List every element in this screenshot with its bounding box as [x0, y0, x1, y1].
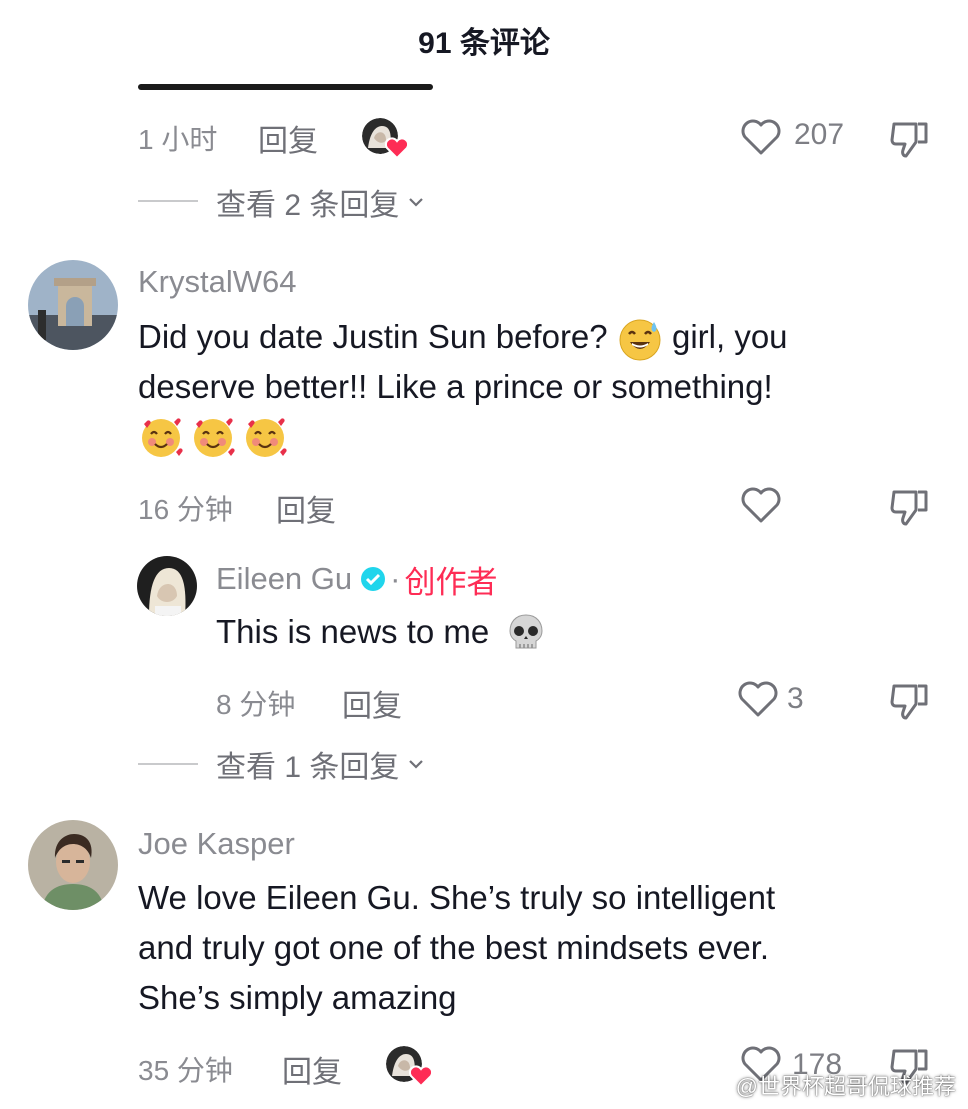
- comment-text-part: girl, you: [671, 318, 788, 355]
- username[interactable]: KrystalW64: [138, 264, 296, 300]
- reply-header: Eileen Gu · 创作者: [216, 560, 497, 600]
- smiling-face-with-hearts-icon: [194, 418, 235, 457]
- avatar[interactable]: [137, 556, 197, 616]
- like-count: 207: [794, 118, 845, 151]
- watermark: @世界杯超哥侃球推荐: [735, 1074, 956, 1099]
- skull-emoji-icon: [509, 614, 543, 649]
- reply-button[interactable]: 回复: [342, 681, 402, 725]
- smiling-face-with-hearts-icon: [142, 418, 183, 457]
- reply-button[interactable]: 回复: [282, 1047, 342, 1091]
- view-replies-label: 查看 2 条回复: [216, 189, 400, 222]
- chevron-down-icon: [409, 198, 424, 207]
- view-replies-label: 查看 1 条回复: [216, 751, 400, 784]
- view-replies-button[interactable]: 查看 1 条回复: [216, 744, 427, 784]
- view-replies-button[interactable]: 查看 2 条回复: [216, 182, 427, 222]
- comment-time: 35 分钟: [138, 1055, 233, 1086]
- grinning-sweat-emoji-icon: [619, 319, 661, 361]
- heart-outline-icon[interactable]: [736, 678, 780, 720]
- comment-text-line: We love Eileen Gu. She’s truly so intell…: [138, 879, 776, 916]
- avatar[interactable]: [28, 820, 118, 910]
- comment-text-line: deserve better!! Like a prince or someth…: [138, 368, 773, 405]
- previous-comment-edge: [138, 84, 433, 90]
- creator-badge: 创作者: [404, 564, 498, 600]
- comment-text-part: Did you date Justin Sun before?: [138, 318, 608, 355]
- comment-time: 1 小时: [138, 124, 218, 155]
- comment-time: 16 分钟: [138, 494, 233, 525]
- avatar[interactable]: [28, 260, 118, 350]
- like-count: 3: [787, 682, 804, 715]
- comment-time: 8 分钟: [216, 689, 296, 720]
- thumbs-down-icon[interactable]: [888, 118, 932, 160]
- liked-heart-icon: [408, 1065, 434, 1088]
- separator-dot: ·: [390, 561, 401, 596]
- comments-count-title: 91 条评论: [418, 27, 550, 60]
- comment-text: Did you date Justin Sun before? girl, yo…: [138, 312, 788, 362]
- comment-text-line: and truly got one of the best mindsets e…: [138, 929, 770, 966]
- comment-text-part: This is news to me: [216, 613, 490, 650]
- reply-button[interactable]: 回复: [258, 116, 318, 160]
- heart-outline-icon[interactable]: [739, 484, 783, 526]
- comment-text-line: She’s simply amazing: [138, 979, 457, 1016]
- chevron-down-icon: [409, 760, 424, 769]
- reply-button[interactable]: 回复: [276, 486, 336, 530]
- username[interactable]: Joe Kasper: [138, 826, 295, 862]
- verified-badge-icon: [361, 567, 386, 591]
- emoji-row: [138, 414, 288, 460]
- heart-outline-icon[interactable]: [739, 116, 783, 158]
- comment-text: This is news to me: [216, 607, 547, 657]
- thumbs-down-icon[interactable]: [888, 486, 932, 528]
- smiling-face-with-hearts-icon: [246, 418, 287, 457]
- username[interactable]: Eileen Gu: [216, 561, 352, 597]
- thumbs-down-icon[interactable]: [888, 680, 932, 722]
- thread-line: [138, 200, 198, 202]
- thread-line: [138, 763, 198, 765]
- liked-heart-icon: [384, 137, 410, 160]
